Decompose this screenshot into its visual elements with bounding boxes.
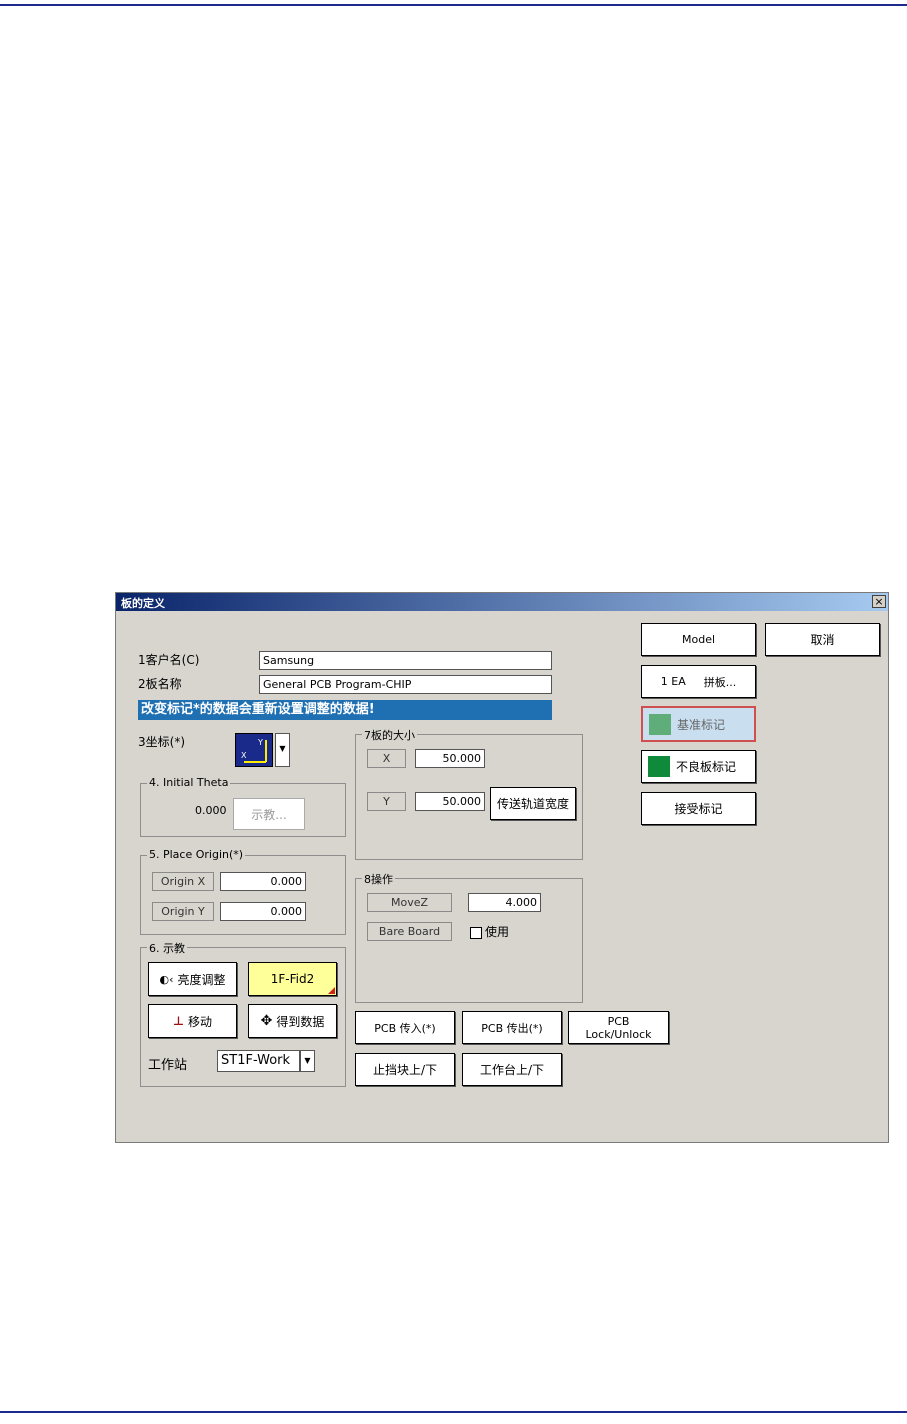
array-button[interactable]: 1 EA 拼板... xyxy=(641,665,756,698)
coord-axis-x: X xyxy=(241,751,247,760)
transfer-width-button[interactable]: 传送轨道宽度 xyxy=(490,787,576,820)
bad-mark-button[interactable]: 不良板标记 xyxy=(641,750,756,783)
fid-select-button[interactable]: 1F-Fid2 xyxy=(248,962,337,996)
get-data-button-label: 得到数据 xyxy=(276,1014,325,1029)
origin-y-label: Origin Y xyxy=(152,902,214,921)
customer-input[interactable]: Samsung xyxy=(259,651,552,670)
brightness-button-label: 亮度调整 xyxy=(177,972,226,987)
use-label: 使用 xyxy=(485,925,510,939)
pcb-in-button[interactable]: PCB 传入(*) xyxy=(355,1011,455,1044)
board-name-input[interactable]: General PCB Program-CHIP xyxy=(259,675,552,694)
board-definition-dialog: 板的定义 × 1客户名(C) Samsung 2板名称 General PCB … xyxy=(115,592,889,1143)
station-select[interactable]: ST1F-Work xyxy=(217,1050,300,1072)
place-origin-group: 5. Place Origin(*) Origin X 0.000 Origin… xyxy=(140,848,346,935)
move-button-label: 移动 xyxy=(187,1014,212,1029)
get-data-button[interactable]: ✥ 得到数据 xyxy=(248,1004,337,1038)
bottom-rule xyxy=(0,1411,907,1413)
board-name-label: 2板名称 xyxy=(138,677,182,691)
stopper-button[interactable]: 止挡块上/下 xyxy=(355,1053,455,1086)
title-bar: 板的定义 × xyxy=(116,593,888,611)
cancel-button[interactable]: 取消 xyxy=(765,623,880,656)
bare-board-label: Bare Board xyxy=(367,922,452,941)
coord-dropdown-arrow-icon[interactable]: ▼ xyxy=(275,733,290,767)
origin-x-label: Origin X xyxy=(152,872,214,891)
top-rule xyxy=(0,4,907,6)
fid-select-label: 1F-Fid2 xyxy=(270,972,315,986)
pcb-out-button[interactable]: PCB 传出(*) xyxy=(462,1011,562,1044)
corner-marker-icon xyxy=(328,987,335,994)
movez-input[interactable]: 4.000 xyxy=(468,893,541,912)
move-button[interactable]: ⊥ 移动 xyxy=(148,1004,237,1038)
pcb-lock-button[interactable]: PCB Lock/Unlock xyxy=(568,1011,669,1044)
array-label: 拼板... xyxy=(703,675,737,689)
operation-legend: 8操作 xyxy=(362,871,395,887)
board-size-x-label: X xyxy=(367,749,406,768)
customer-label: 1客户名(C) xyxy=(138,653,200,667)
fiducial-label: 基准标记 xyxy=(677,717,726,732)
initial-theta-value: 0.000 xyxy=(195,804,227,817)
place-origin-legend: 5. Place Origin(*) xyxy=(147,848,246,861)
station-dropdown-arrow-icon[interactable]: ▼ xyxy=(300,1050,315,1072)
fiducial-button[interactable]: 基准标记 xyxy=(641,706,756,742)
origin-y-input[interactable]: 0.000 xyxy=(220,902,306,921)
board-size-y-label: Y xyxy=(367,792,406,811)
teach-theta-button[interactable]: 示教... xyxy=(233,798,305,830)
use-checkbox[interactable] xyxy=(470,927,482,939)
bad-mark-label: 不良板标记 xyxy=(676,760,737,774)
bad-mark-swatch xyxy=(648,756,670,777)
teach-legend: 6. 示教 xyxy=(147,940,187,956)
array-count: 1 EA xyxy=(660,675,686,688)
crosshair-icon: ✥ xyxy=(260,1013,273,1029)
station-label: 工作站 xyxy=(148,1058,188,1073)
movez-label: MoveZ xyxy=(367,893,452,912)
initial-theta-group: 4. Initial Theta 0.000 示教... xyxy=(140,776,346,837)
table-button[interactable]: 工作台上/下 xyxy=(462,1053,562,1086)
warning-banner: 改变标记*的数据会重新设置调整的数据! xyxy=(138,700,552,720)
initial-theta-legend: 4. Initial Theta xyxy=(147,776,231,789)
board-size-y-input[interactable]: 50.000 xyxy=(415,792,485,811)
pcb-lock-line1: PCB xyxy=(607,1014,630,1028)
window-title: 板的定义 xyxy=(121,597,165,610)
board-size-legend: 7板的大小 xyxy=(362,727,417,743)
teach-group: 6. 示教 ◐‹ 亮度调整 1F-Fid2 ⊥ 移动 ✥ 得到数据 工作站 ST… xyxy=(140,940,346,1087)
operation-group: 8操作 MoveZ 4.000 Bare Board 使用 xyxy=(355,871,583,1003)
fiducial-swatch xyxy=(649,713,671,735)
brightness-button[interactable]: ◐‹ 亮度调整 xyxy=(148,962,237,996)
accept-mark-button[interactable]: 接受标记 xyxy=(641,792,756,825)
coord-selector[interactable]: Y X xyxy=(235,733,273,767)
close-button[interactable]: × xyxy=(872,595,886,608)
coord-axis-y: Y xyxy=(257,738,263,747)
coord-axis-icon: Y X xyxy=(241,738,267,763)
board-size-x-input[interactable]: 50.000 xyxy=(415,749,485,768)
origin-x-input[interactable]: 0.000 xyxy=(220,872,306,891)
pcb-lock-line2: Lock/Unlock xyxy=(585,1027,652,1041)
coord-label: 3坐标(*) xyxy=(138,735,185,749)
bulb-icon: ◐‹ xyxy=(159,972,174,986)
move-axis-icon: ⊥ xyxy=(173,1014,184,1028)
model-button[interactable]: Model xyxy=(641,623,756,656)
board-size-group: 7板的大小 X 50.000 Y 50.000 传送轨道宽度 xyxy=(355,727,583,860)
